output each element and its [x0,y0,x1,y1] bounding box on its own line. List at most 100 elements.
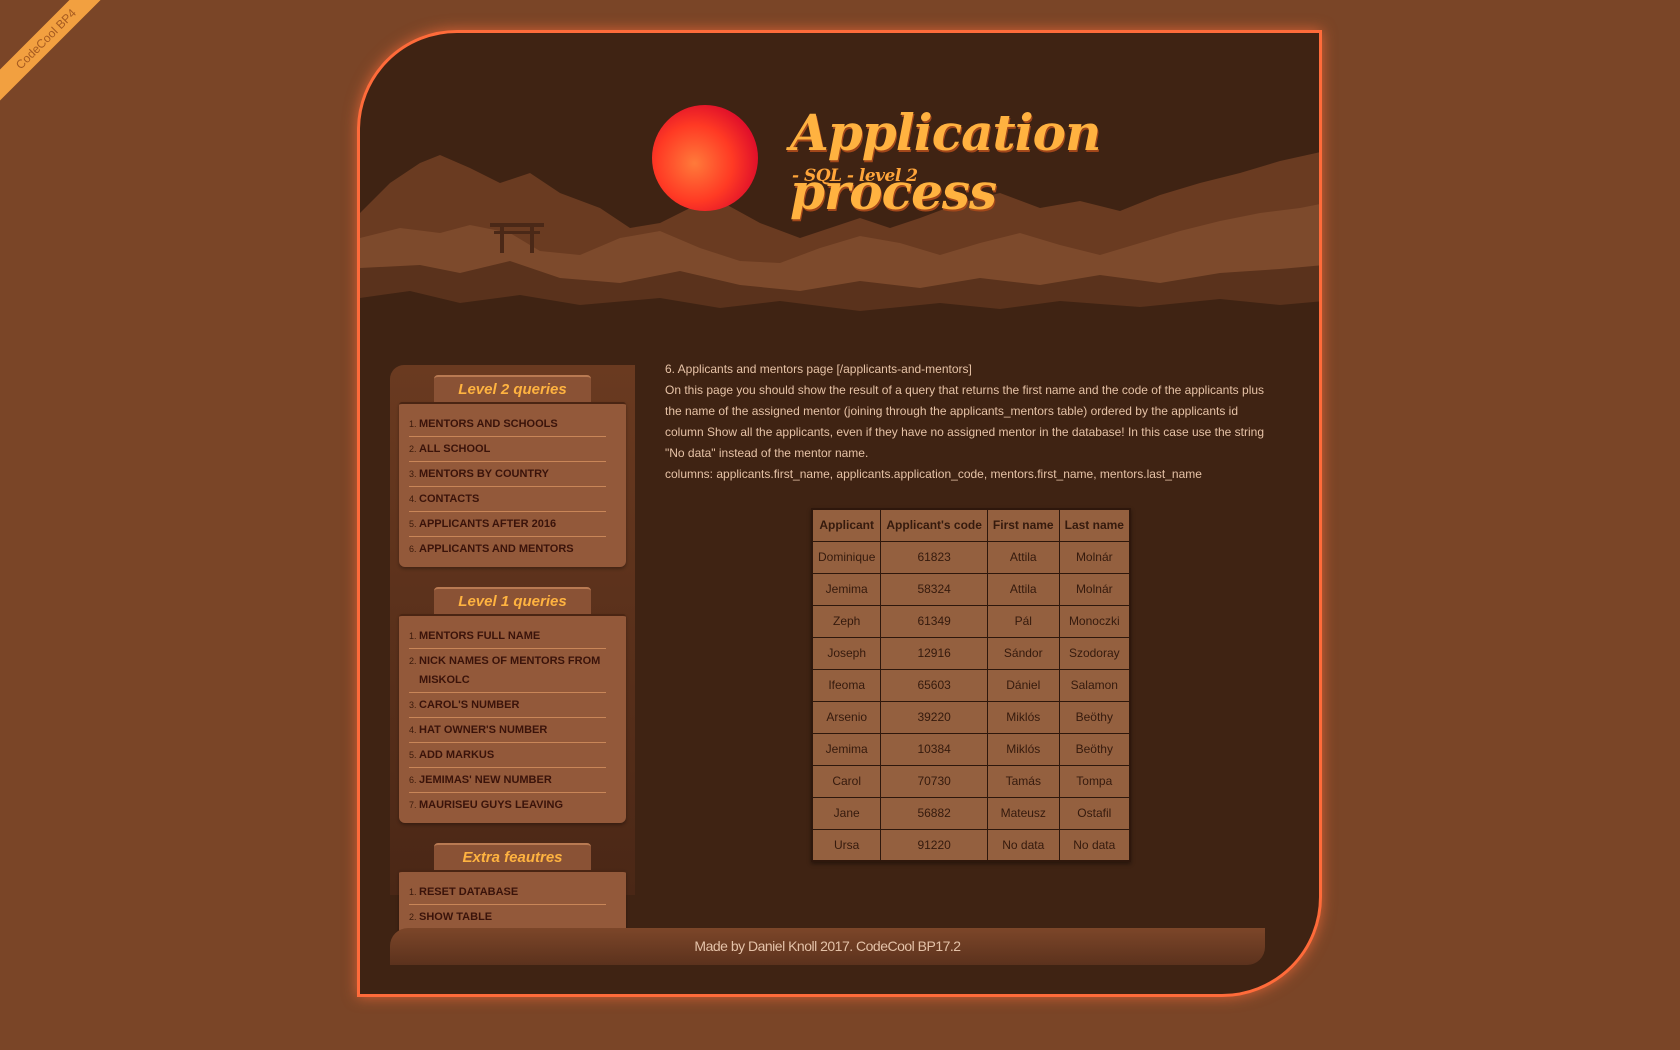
table-row: Jemima 58324 Attila Molnár [811,572,1131,606]
table-cell: No data [1058,828,1131,862]
sidebar-group-extra: 1. RESET DATABASE 2. SHOW TABLE [399,870,626,935]
sun-icon [652,105,758,211]
table-cell: Joseph [811,636,882,670]
table-cell: Mateusz [986,796,1060,830]
table-cell: 12916 [880,636,988,670]
table-header-row: Applicant Applicant's code First name La… [811,508,1131,542]
table-row: Joseph 12916 Sándor Szodoray [811,636,1131,670]
sidebar-item[interactable]: 2. ALL SCHOOL [409,437,606,462]
table-cell: Dominique [811,540,882,574]
sidebar-item[interactable]: 2. SHOW TABLE [409,905,606,929]
sidebar-item[interactable]: 1. MENTORS AND SCHOOLS [409,412,606,437]
sidebar-item[interactable]: 1. RESET DATABASE [409,880,606,905]
column-header: First name [986,508,1060,542]
table-cell: Tompa [1058,764,1131,798]
table-cell: Carol [811,764,882,798]
table-cell: Jane [811,796,882,830]
sidebar-item[interactable]: 4. CONTACTS [409,487,606,512]
sidebar-item[interactable]: 4. HAT OWNER'S NUMBER [409,718,606,743]
table-row: Carol 70730 Tamás Tompa [811,764,1131,798]
table-cell: 10384 [880,732,988,766]
sidebar-item-label[interactable]: MENTORS BY COUNTRY [419,465,549,484]
table-row: Zeph 61349 Pál Monoczki [811,604,1131,638]
table-cell: No data [986,828,1060,862]
sidebar-item[interactable]: 5. ADD MARKUS [409,743,606,768]
sidebar-item-label[interactable]: JEMIMAS' NEW NUMBER [419,771,552,790]
page-title: Application process [790,103,1101,221]
sidebar-item[interactable]: 7. MAURISEU GUYS LEAVING [409,793,606,817]
sidebar-item-label[interactable]: APPLICANTS AND MENTORS [419,540,574,559]
table-cell: Beöthy [1058,732,1131,766]
footer: Made by Daniel Knoll 2017. CodeCool BP17… [390,928,1265,965]
sidebar-item-label[interactable]: HAT OWNER'S NUMBER [419,721,547,740]
table-cell: Ifeoma [811,668,882,702]
table-cell: Ostafil [1058,796,1131,830]
sidebar-group-level2: 1. MENTORS AND SCHOOLS 2. ALL SCHOOL 3. MEN… [399,402,626,567]
task-columns: columns: applicants.first_name, applican… [665,467,1202,481]
table-cell: Tamás [986,764,1060,798]
sidebar-item[interactable]: 6. JEMIMAS' NEW NUMBER [409,768,606,793]
sidebar-group-level1: 1. MENTORS FULL NAME 2. NICK NAMES OF MENT… [399,614,626,823]
table-cell: Jemima [811,732,882,766]
table-cell: Arsenio [811,700,882,734]
table-cell: Attila [986,540,1060,574]
table-cell: Attila [986,572,1060,606]
column-header: Last name [1058,508,1131,542]
sidebar-group-title-extra: Extra feautres [434,843,591,870]
sidebar-item-label[interactable]: CONTACTS [419,490,479,509]
sidebar-item-label[interactable]: CAROL'S NUMBER [419,696,519,715]
table-cell: Zeph [811,604,882,638]
table-cell: 56882 [880,796,988,830]
sidebar-item[interactable]: 5. APPLICANTS AFTER 2016 [409,512,606,537]
table-cell: 91220 [880,828,988,862]
sidebar-item[interactable]: 2. NICK NAMES OF MENTORS FROM MISKOLC [409,649,606,693]
sidebar-item-label[interactable]: APPLICANTS AFTER 2016 [419,515,556,534]
table-row: Arsenio 39220 Miklós Beöthy [811,700,1131,734]
header-banner: Application process - SQL - level 2 [360,33,1319,333]
main-frame: Application process - SQL - level 2 Leve… [357,30,1322,997]
table-row: Jane 56882 Mateusz Ostafil [811,796,1131,830]
table-cell: 61823 [880,540,988,574]
sidebar-item[interactable]: 1. MENTORS FULL NAME [409,624,606,649]
sidebar-item-label[interactable]: RESET DATABASE [419,883,518,902]
page-subtitle: - SQL - level 2 [792,166,918,186]
sidebar-group-title-level2: Level 2 queries [434,375,591,402]
table-cell: Molnár [1058,540,1131,574]
sidebar-item-label[interactable]: MENTORS FULL NAME [419,627,540,646]
table-cell: Szodoray [1058,636,1131,670]
table-cell: Jemima [811,572,882,606]
table-cell: Sándor [986,636,1060,670]
table-cell: 61349 [880,604,988,638]
table-row: Ifeoma 65603 Dániel Salamon [811,668,1131,702]
table-cell: 70730 [880,764,988,798]
sidebar-item-label[interactable]: MAURISEU GUYS LEAVING [419,796,563,815]
table-cell: Dániel [986,668,1060,702]
table-cell: Monoczki [1058,604,1131,638]
sidebar-item-label[interactable]: SHOW TABLE [419,908,492,927]
sidebar-item-label[interactable]: ALL SCHOOL [419,440,490,459]
sidebar-item-label[interactable]: NICK NAMES OF MENTORS FROM MISKOLC [419,652,606,690]
sidebar: Level 2 queries 1. MENTORS AND SCHOOLS 2.… [390,365,635,935]
table-cell: Salamon [1058,668,1131,702]
sidebar-item[interactable]: 3. CAROL'S NUMBER [409,693,606,718]
table-cell: 58324 [880,572,988,606]
column-header: Applicant's code [880,508,988,542]
table-cell: Beöthy [1058,700,1131,734]
sidebar-item[interactable]: 3. MENTORS BY COUNTRY [409,462,606,487]
task-heading: 6. Applicants and mentors page [/applica… [665,362,972,376]
table-cell: Miklós [986,700,1060,734]
sidebar-item[interactable]: 6. APPLICANTS AND MENTORS [409,537,606,561]
table-cell: 39220 [880,700,988,734]
table-cell: 65603 [880,668,988,702]
results-table: Applicant Applicant's code First name La… [811,508,1131,862]
table-cell: Pál [986,604,1060,638]
table-row: Ursa 91220 No data No data [811,828,1131,862]
table-cell: Ursa [811,828,882,862]
table-row: Jemima 10384 Miklós Beöthy [811,732,1131,766]
sidebar-item-label[interactable]: ADD MARKUS [419,746,494,765]
table-cell: Molnár [1058,572,1131,606]
sidebar-item-label[interactable]: MENTORS AND SCHOOLS [419,415,558,434]
corner-ribbon[interactable]: CodeCool BP4 [0,0,111,104]
content-text: 6. Applicants and mentors page [/applica… [665,359,1265,485]
column-header: Applicant [811,508,882,542]
